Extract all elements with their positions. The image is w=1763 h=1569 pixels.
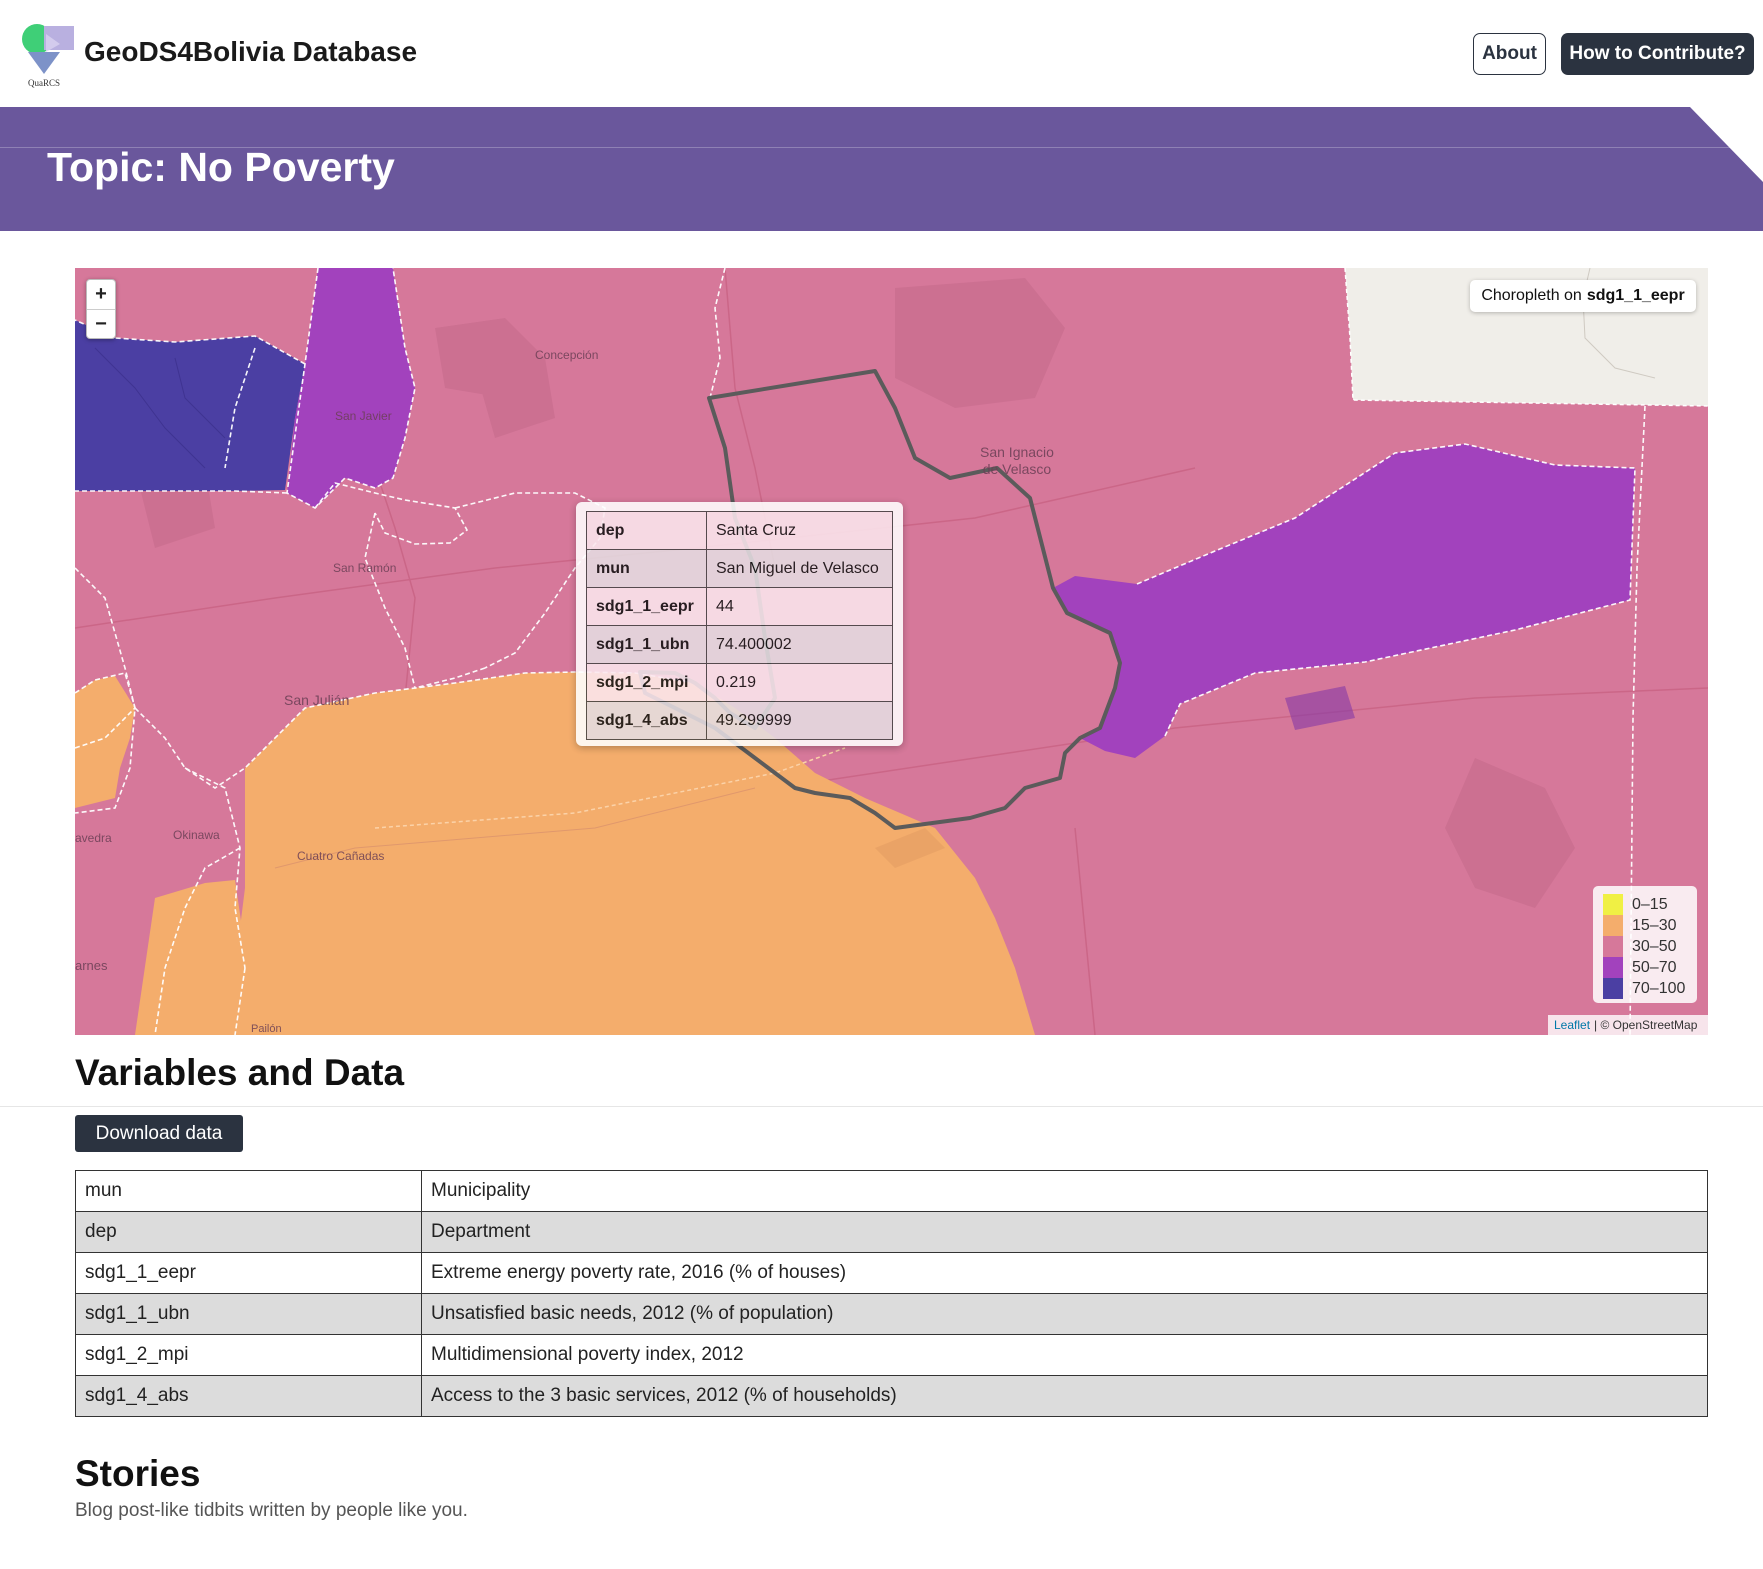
legend-swatch xyxy=(1603,915,1623,936)
place-label-barnes: arnes xyxy=(75,958,108,973)
legend-item: 0–15 xyxy=(1603,894,1697,915)
table-row: sdg1_4_abs Access to the 3 basic service… xyxy=(75,1375,1708,1417)
popup-value: Santa Cruz xyxy=(706,511,893,550)
popup-key: dep xyxy=(586,511,707,550)
logo: QuaRCS xyxy=(20,22,80,90)
legend-label: 15–30 xyxy=(1632,916,1677,934)
legend-item: 30–50 xyxy=(1603,936,1697,957)
popup-value: 49.299999 xyxy=(706,701,893,740)
variable-description: Unsatisfied basic needs, 2012 (% of popu… xyxy=(421,1293,1708,1335)
brand[interactable]: QuaRCS GeoDS4Bolivia Database xyxy=(20,22,417,92)
stories-subtitle: Blog post-like tidbits written by people… xyxy=(75,1500,468,1521)
popup-value: San Miguel de Velasco xyxy=(706,549,893,588)
place-label-san-ignacio-line2: de Velasco xyxy=(982,461,1052,477)
variable-description: Extreme energy poverty rate, 2016 (% of … xyxy=(421,1252,1708,1294)
variable-code: mun xyxy=(75,1170,422,1212)
place-label-cuatro-canadas: Cuatro Cañadas xyxy=(297,849,385,863)
popup-key: sdg1_1_eepr xyxy=(586,587,707,626)
popup-row: sdg1_2_mpi 0.219 xyxy=(586,663,893,702)
feature-popup: dep Santa Cruz mun San Miguel de Velasco… xyxy=(576,502,903,746)
stories-heading: Stories xyxy=(75,1453,201,1494)
attribution-text: | © OpenStreetMap xyxy=(1594,1018,1698,1032)
legend-swatch xyxy=(1603,894,1623,915)
place-label-san-ignacio: San Ignacio de Velasco xyxy=(980,444,1054,478)
popup-key: mun xyxy=(586,549,707,588)
legend-item: 50–70 xyxy=(1603,957,1697,978)
popup-value: 44 xyxy=(706,587,893,626)
page-title: Topic: No Poverty xyxy=(47,144,395,190)
variable-description: Multidimensional poverty index, 2012 xyxy=(421,1334,1708,1376)
table-row: sdg1_2_mpi Multidimensional poverty inde… xyxy=(75,1334,1708,1376)
legend-label: 30–50 xyxy=(1632,937,1677,955)
leaflet-link[interactable]: Leaflet xyxy=(1554,1018,1590,1032)
choropleth-variable-label: Choropleth on sdg1_1_eepr xyxy=(1470,280,1696,312)
variable-description: Department xyxy=(421,1211,1708,1253)
legend-label: 70–100 xyxy=(1632,979,1686,997)
download-data-button[interactable]: Download data xyxy=(75,1115,243,1152)
popup-value: 0.219 xyxy=(706,663,893,702)
legend-item: 70–100 xyxy=(1603,978,1697,999)
place-label-san-javier: San Javier xyxy=(335,409,392,423)
place-label-san-ignacio-line1: San Ignacio xyxy=(980,444,1054,460)
variable-code: sdg1_1_eepr xyxy=(75,1252,422,1294)
legend-swatch xyxy=(1603,957,1623,978)
place-label-concepcion: Concepción xyxy=(535,348,599,362)
zoom-out-button[interactable]: − xyxy=(87,309,115,338)
popup-key: sdg1_2_mpi xyxy=(586,663,707,702)
map-attribution: Leaflet | © OpenStreetMap xyxy=(1548,1015,1708,1035)
section-divider xyxy=(0,1106,1763,1107)
popup-row: sdg1_1_ubn 74.400002 xyxy=(586,625,893,664)
place-label-pailon: Pailón xyxy=(251,1023,282,1035)
choropleth-prefix: Choropleth on xyxy=(1481,287,1582,304)
table-row: dep Department xyxy=(75,1211,1708,1253)
place-label-san-ramon: San Ramón xyxy=(333,561,397,575)
choropleth-map[interactable]: Concepción San Javier San Ignacio de Vel… xyxy=(75,268,1708,1035)
zoom-in-button[interactable]: + xyxy=(87,280,115,309)
map-legend: 0–15 15–30 30–50 50–70 70–100 xyxy=(1593,886,1697,1003)
popup-row: mun San Miguel de Velasco xyxy=(586,549,893,588)
table-row: sdg1_1_eepr Extreme energy poverty rate,… xyxy=(75,1252,1708,1294)
zoom-control: + − xyxy=(86,279,116,339)
variables-table: mun Municipality dep Department sdg1_1_e… xyxy=(75,1170,1708,1417)
top-navbar: QuaRCS GeoDS4Bolivia Database About How … xyxy=(0,0,1763,107)
legend-swatch xyxy=(1603,936,1623,957)
place-label-okinawa: Okinawa xyxy=(173,828,220,842)
choropleth-variable: sdg1_1_eepr xyxy=(1586,287,1685,304)
popup-value: 74.400002 xyxy=(706,625,893,664)
table-row: mun Municipality xyxy=(75,1170,1708,1212)
place-label-saavedra: avedra xyxy=(75,831,112,845)
variable-code: sdg1_4_abs xyxy=(75,1375,422,1417)
variable-code: sdg1_2_mpi xyxy=(75,1334,422,1376)
popup-row: sdg1_1_eepr 44 xyxy=(586,587,893,626)
variable-code: dep xyxy=(75,1211,422,1253)
popup-row: sdg1_4_abs 49.299999 xyxy=(586,701,893,740)
table-row: sdg1_1_ubn Unsatisfied basic needs, 2012… xyxy=(75,1293,1708,1335)
variables-heading: Variables and Data xyxy=(75,1052,405,1093)
popup-row: dep Santa Cruz xyxy=(586,511,893,550)
banner-corner xyxy=(1690,107,1763,182)
legend-label: 0–15 xyxy=(1632,895,1668,913)
legend-swatch xyxy=(1603,978,1623,999)
popup-key: sdg1_1_ubn xyxy=(586,625,707,664)
logo-caption: QuaRCS xyxy=(28,78,61,88)
how-to-contribute-button[interactable]: How to Contribute? xyxy=(1561,33,1754,75)
variable-description: Municipality xyxy=(421,1170,1708,1212)
legend-label: 50–70 xyxy=(1632,958,1677,976)
popup-table: dep Santa Cruz mun San Miguel de Velasco… xyxy=(586,511,893,740)
place-label-san-julian: San Julián xyxy=(284,692,350,708)
legend-item: 15–30 xyxy=(1603,915,1697,936)
popup-key: sdg1_4_abs xyxy=(586,701,707,740)
variable-code: sdg1_1_ubn xyxy=(75,1293,422,1335)
variable-description: Access to the 3 basic services, 2012 (% … xyxy=(421,1375,1708,1417)
site-title[interactable]: GeoDS4Bolivia Database xyxy=(84,36,417,68)
about-button[interactable]: About xyxy=(1473,33,1546,75)
